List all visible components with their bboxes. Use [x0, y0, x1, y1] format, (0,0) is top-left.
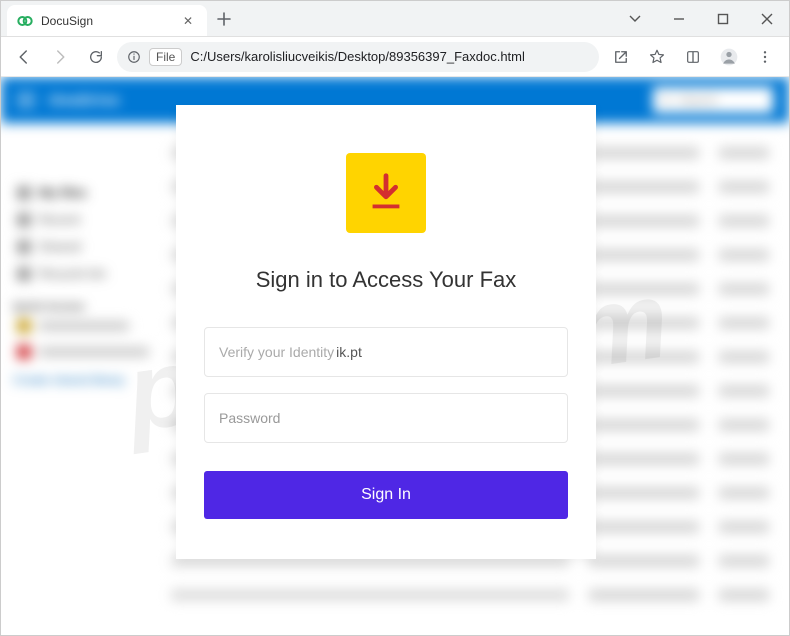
- share-icon[interactable]: [605, 42, 637, 72]
- sidebar-quick-item-2: [13, 339, 159, 365]
- signin-card: Sign in to Access Your Fax Verify your I…: [176, 105, 596, 559]
- search-icon: [661, 94, 673, 106]
- new-tab-button[interactable]: [207, 1, 241, 36]
- extensions-icon[interactable]: [677, 42, 709, 72]
- browser-tab[interactable]: DocuSign ✕: [7, 5, 207, 36]
- sidebar-section-quick-access: Quick Access: [13, 301, 159, 313]
- close-icon[interactable]: ✕: [179, 12, 197, 30]
- page-viewport: OneDrive Search My files Recent Shared R…: [1, 77, 789, 635]
- maximize-button[interactable]: [701, 1, 745, 37]
- sidebar-item-recycle: Recycle bin: [13, 260, 159, 287]
- sidebar-quick-item-1: [13, 313, 159, 339]
- download-icon: [346, 153, 426, 233]
- minimize-button[interactable]: [657, 1, 701, 37]
- identity-label: Verify your Identity: [219, 344, 334, 360]
- hamburger-icon: [17, 93, 35, 107]
- profile-icon[interactable]: [713, 42, 745, 72]
- signin-button[interactable]: Sign In: [204, 471, 568, 519]
- identity-field[interactable]: Verify your Identity ik.pt: [204, 327, 568, 377]
- menu-icon[interactable]: [749, 42, 781, 72]
- sidebar-create-link: Create shared library: [13, 373, 159, 387]
- sidebar-item-myfiles: My files: [13, 179, 159, 206]
- signin-heading: Sign in to Access Your Fax: [256, 267, 517, 293]
- file-icon: [127, 50, 141, 64]
- url-scheme-badge: File: [149, 48, 182, 66]
- url-box[interactable]: File C:/Users/karolisliucveikis/Desktop/…: [117, 42, 599, 72]
- password-field[interactable]: Password: [204, 393, 568, 443]
- reload-button[interactable]: [81, 42, 111, 72]
- chevron-down-icon[interactable]: [613, 1, 657, 37]
- tab-favicon: [17, 13, 33, 29]
- sidebar-item-recent: Recent: [13, 206, 159, 233]
- background-app-title: OneDrive: [49, 92, 120, 109]
- close-window-button[interactable]: [745, 1, 789, 37]
- password-placeholder: Password: [219, 410, 280, 426]
- back-button[interactable]: [9, 42, 39, 72]
- url-path: C:/Users/karolisliucveikis/Desktop/89356…: [190, 49, 525, 64]
- forward-button[interactable]: [45, 42, 75, 72]
- address-bar: File C:/Users/karolisliucveikis/Desktop/…: [1, 37, 789, 77]
- background-search: Search: [653, 87, 773, 113]
- star-icon[interactable]: [641, 42, 673, 72]
- list-item: [171, 581, 769, 609]
- identity-value: ik.pt: [336, 344, 362, 360]
- sidebar-item-shared: Shared: [13, 233, 159, 260]
- window-titlebar: DocuSign ✕: [1, 1, 789, 37]
- tab-title: DocuSign: [41, 14, 93, 28]
